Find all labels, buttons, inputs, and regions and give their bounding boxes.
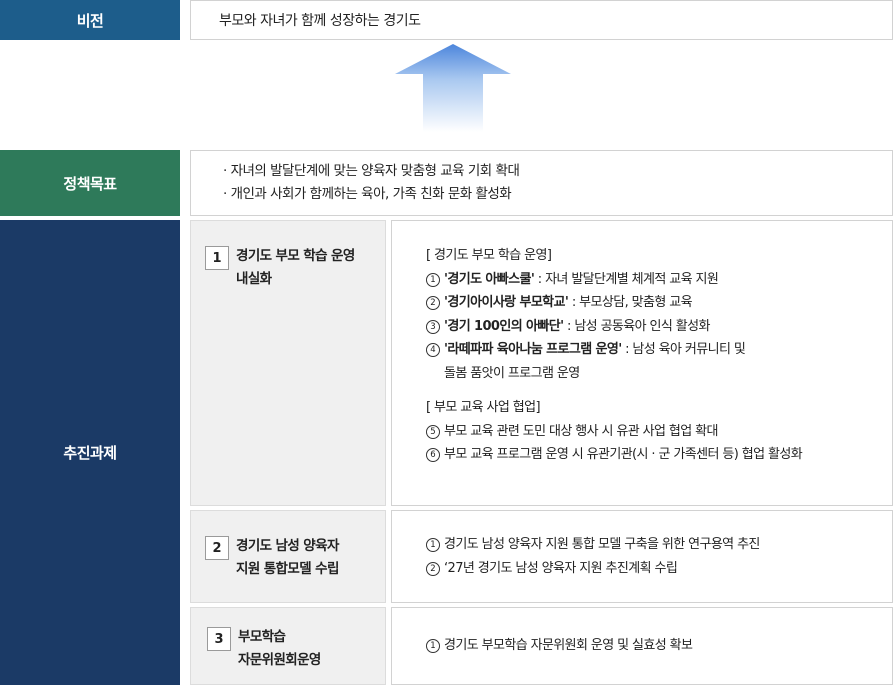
item-bold: '경기 100인의 아빠단' <box>444 318 564 334</box>
task2-title-box: 2 경기도 남성 양육자 지원 통합모델 수립 <box>190 510 386 603</box>
policy-item: · 자녀의 발달단계에 맞는 양육자 맞춤형 교육 기회 확대 <box>223 163 520 179</box>
circled-number-icon: 4 <box>426 343 440 357</box>
policy-item: · 개인과 사회가 함께하는 육아, 가족 친화 문화 활성화 <box>223 186 512 202</box>
item-text: ‘27년 경기도 남성 양육자 지원 추진계획 수립 <box>444 560 678 576</box>
tasks-label: 추진과제 <box>0 220 180 685</box>
task1-section-header: [ 경기도 부모 학습 운영] <box>426 248 552 263</box>
item-text: 경기도 부모학습 자문위원회 운영 및 실효성 확보 <box>444 638 693 653</box>
task1-section-header: [ 부모 교육 사업 협업] <box>426 400 541 415</box>
task1-title-line1: 경기도 부모 학습 운영 <box>236 248 355 264</box>
item-text: 경기도 남성 양육자 지원 통합 모델 구축을 위한 연구용역 추진 <box>444 537 760 552</box>
item-text: : 부모상담, 맞춤형 교육 <box>568 295 693 310</box>
circled-number-icon: 2 <box>426 561 440 576</box>
circled-number-icon: 1 <box>426 272 440 287</box>
item-bold: '경기도 아빠스쿨' <box>444 271 535 287</box>
vision-label: 비전 <box>0 0 180 40</box>
task1-item: 6 부모 교육 프로그램 운영 시 유관기관(시 · 군 가족센터 등) 협업 활… <box>426 443 892 467</box>
task3-title-line1: 부모학습 <box>238 629 286 645</box>
item-bold: '라떼파파 육아나눔 프로그램 운영' <box>444 342 622 357</box>
task3-number: 3 <box>207 627 231 651</box>
task1-item: 4 '라떼파파 육아나눔 프로그램 운영' : 남성 육아 커뮤니티 및 <box>426 338 892 362</box>
task1-title: 경기도 부모 학습 운영 내실화 <box>236 245 355 291</box>
vision-box: 부모와 자녀가 함께 성장하는 경기도 <box>190 0 893 40</box>
circled-number-icon: 1 <box>426 538 440 552</box>
task3-title: 부모학습 자문위원회운영 <box>238 626 321 672</box>
item-text: : 남성 공동육아 인식 활성화 <box>563 318 710 334</box>
task1-item-continuation: 돌봄 품앗이 프로그램 운영 <box>444 365 580 381</box>
task1-detail-box: [ 경기도 부모 학습 운영] 1 '경기도 아빠스쿨' : 자녀 발달단계별 체… <box>391 220 893 506</box>
task2-number: 2 <box>205 536 229 560</box>
item-text: : 남성 육아 커뮤니티 및 <box>621 342 746 357</box>
policy-label: 정책목표 <box>0 150 180 216</box>
task2-item: 1 경기도 남성 양육자 지원 통합 모델 구축을 위한 연구용역 추진 <box>426 533 892 557</box>
task1-item: 3 '경기 100인의 아빠단' : 남성 공동육아 인식 활성화 <box>426 315 892 339</box>
item-text: 부모 교육 관련 도민 대상 행사 시 유관 사업 협업 확대 <box>444 423 718 439</box>
circled-number-icon: 1 <box>426 639 440 653</box>
circled-number-icon: 5 <box>426 424 440 439</box>
up-arrow-gradient-icon <box>395 44 511 132</box>
item-bold: '경기아이사랑 부모학교' <box>444 295 569 310</box>
item-text: 부모 교육 프로그램 운영 시 유관기관(시 · 군 가족센터 등) 협업 활성… <box>444 447 803 462</box>
task2-title-line2: 지원 통합모델 수립 <box>236 561 339 577</box>
task3-detail-box: 1 경기도 부모학습 자문위원회 운영 및 실효성 확보 <box>391 607 893 685</box>
task1-title-line2: 내실화 <box>236 271 272 287</box>
task3-title-line2: 자문위원회운영 <box>238 652 321 668</box>
policy-box: · 자녀의 발달단계에 맞는 양육자 맞춤형 교육 기회 확대 · 개인과 사회… <box>190 150 893 216</box>
task1-title-box: 1 경기도 부모 학습 운영 내실화 <box>190 220 386 506</box>
task3-item: 1 경기도 부모학습 자문위원회 운영 및 실효성 확보 <box>426 634 892 658</box>
item-text: : 자녀 발달단계별 체계적 교육 지원 <box>534 271 719 287</box>
task2-detail-box: 1 경기도 남성 양육자 지원 통합 모델 구축을 위한 연구용역 추진 2 ‘27… <box>391 510 893 603</box>
task1-number: 1 <box>205 246 229 270</box>
task2-item: 2 ‘27년 경기도 남성 양육자 지원 추진계획 수립 <box>426 557 892 581</box>
task2-title: 경기도 남성 양육자 지원 통합모델 수립 <box>236 535 339 581</box>
circled-number-icon: 2 <box>426 296 440 310</box>
vision-text: 부모와 자녀가 함께 성장하는 경기도 <box>219 13 421 29</box>
task3-title-box: 3 부모학습 자문위원회운영 <box>190 607 386 685</box>
circled-number-icon: 3 <box>426 319 440 334</box>
task1-item: 5 부모 교육 관련 도민 대상 행사 시 유관 사업 협업 확대 <box>426 420 892 444</box>
circled-number-icon: 6 <box>426 448 440 462</box>
task2-title-line1: 경기도 남성 양육자 <box>236 538 339 554</box>
task1-item: 1 '경기도 아빠스쿨' : 자녀 발달단계별 체계적 교육 지원 <box>426 268 892 292</box>
task1-item: 2 '경기아이사랑 부모학교' : 부모상담, 맞춤형 교육 <box>426 291 892 315</box>
